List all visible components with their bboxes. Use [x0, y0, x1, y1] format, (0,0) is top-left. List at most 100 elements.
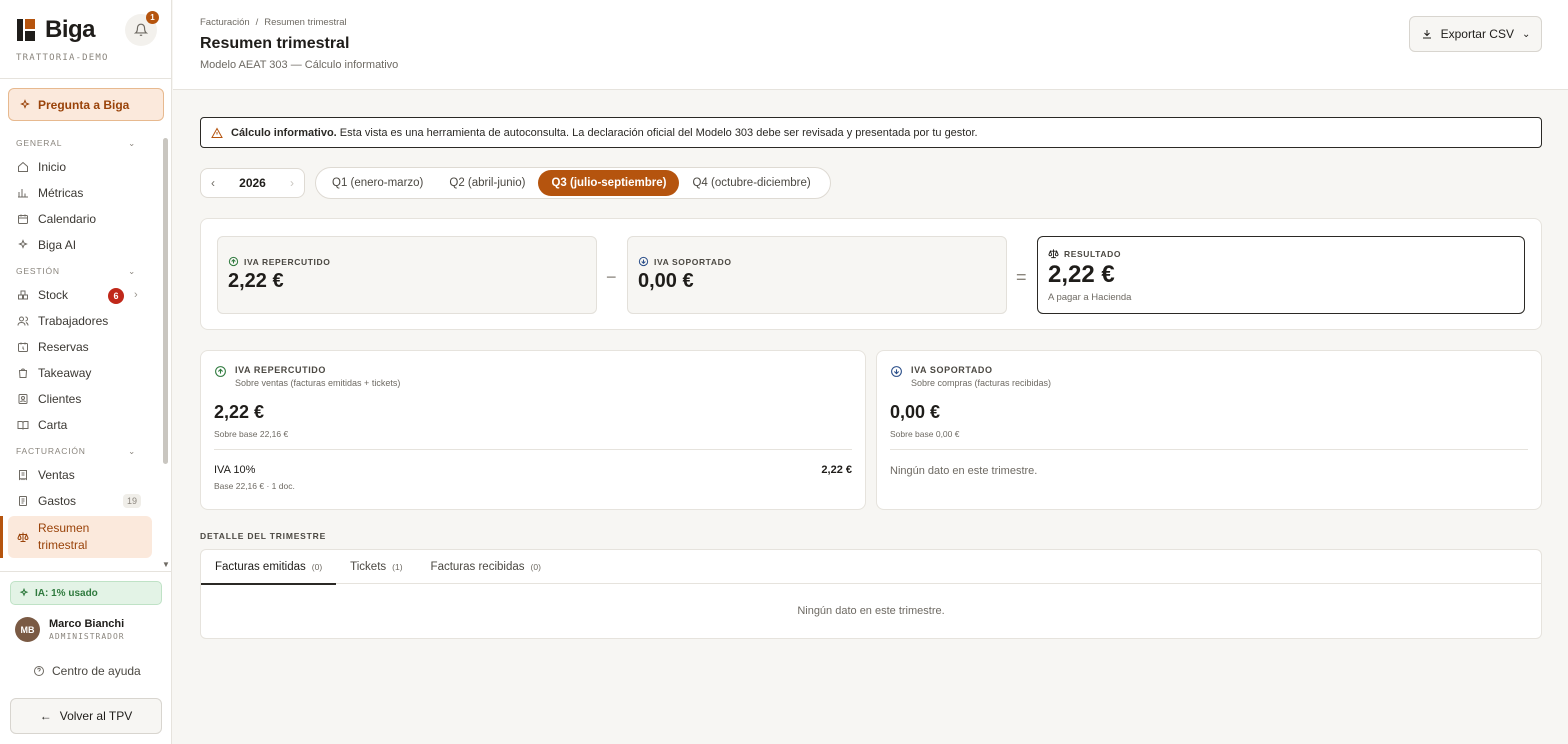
card-iva-soportado: IVA SOPORTADO Sobre compras (facturas re…: [876, 350, 1542, 510]
export-label: Exportar CSV: [1440, 27, 1514, 41]
help-center-link[interactable]: Centro de ayuda: [33, 664, 141, 678]
section-general[interactable]: GENERAL ⌄: [0, 132, 160, 154]
sidebar-item-takeaway[interactable]: Takeaway: [0, 360, 160, 386]
tab-facturas-emitidas[interactable]: Facturas emitidas (0): [201, 550, 337, 585]
scroll-down-arrow-icon[interactable]: ▼: [162, 560, 170, 569]
quarter-selector: Q1 (enero-marzo) Q2 (abril-junio) Q3 (ju…: [315, 167, 831, 199]
breadcrumb-separator: /: [255, 17, 259, 28]
tab-facturas-recibidas[interactable]: Facturas recibidas (0): [417, 550, 555, 584]
logo-mark-icon: [17, 19, 37, 41]
kpi-iva-soportado: IVA SOPORTADO 0,00 €: [627, 236, 1007, 314]
scrollbar-thumb[interactable]: [163, 138, 168, 464]
info-notice: Cálculo informativo. Esta vista es una h…: [200, 117, 1542, 148]
book-icon: [17, 419, 29, 431]
kpi-label: RESULTADO: [1048, 248, 1121, 259]
year-selector: ‹ 2026 ›: [200, 168, 305, 198]
sidebar-item-gastos[interactable]: Gastos 19: [0, 488, 160, 514]
notification-badge: 1: [146, 11, 159, 24]
document-icon: [17, 495, 29, 507]
next-year-button[interactable]: ›: [290, 176, 294, 190]
user-profile[interactable]: MB Marco Bianchi ADMINISTRADOR: [15, 617, 125, 642]
warning-icon: [211, 126, 223, 138]
sidebar-item-ventas[interactable]: Ventas: [0, 462, 160, 488]
tab-label: Facturas emitidas: [215, 561, 306, 573]
sidebar-item-carta[interactable]: Carta: [0, 412, 160, 438]
sidebar-item-trabajadores[interactable]: Trabajadores: [0, 308, 160, 334]
back-label: Volver al TPV: [59, 709, 133, 723]
card-subtitle: Sobre ventas (facturas emitidas + ticket…: [235, 378, 401, 388]
detail-section-title: DETALLE DEL TRIMESTRE: [200, 531, 327, 541]
sidebar-item-inicio[interactable]: Inicio: [0, 154, 160, 180]
sidebar-nav: GENERAL ⌄ Inicio Métricas Calendario Big…: [0, 130, 160, 570]
section-label: FACTURACIÓN: [16, 446, 86, 456]
tab-tickets[interactable]: Tickets (1): [336, 550, 416, 584]
kpi-value: 0,00 €: [638, 270, 694, 292]
section-label: GESTIÓN: [16, 266, 60, 276]
sidebar-item-label: Reservas: [38, 340, 89, 354]
page-subtitle: Modelo AEAT 303 — Cálculo informativo: [200, 59, 399, 71]
sidebar-item-metricas[interactable]: Métricas: [0, 180, 160, 206]
receipt-icon: [17, 469, 29, 481]
ask-biga-label: Pregunta a Biga: [38, 97, 130, 112]
sidebar-item-clientes[interactable]: Clientes: [0, 386, 160, 412]
card-iva-repercutido: IVA REPERCUTIDO Sobre ventas (facturas e…: [200, 350, 866, 510]
card-value: 2,22 €: [214, 402, 265, 422]
sidebar-scrollbar[interactable]: ▼: [161, 132, 170, 570]
prev-year-button[interactable]: ‹: [211, 176, 215, 190]
help-circle-icon: [34, 666, 44, 676]
notice-text: Cálculo informativo. Esta vista es una h…: [231, 127, 978, 139]
sidebar-item-calendario[interactable]: Calendario: [0, 206, 160, 232]
page-title: Resumen trimestral: [200, 35, 350, 52]
tab-count: (1): [392, 562, 403, 572]
boxes-icon: [17, 289, 29, 301]
minus-operator: −: [606, 267, 617, 287]
org-name: TRATTORIA-DEMO: [16, 53, 109, 63]
sidebar-item-reservas[interactable]: Reservas: [0, 334, 160, 360]
quarter-q2[interactable]: Q2 (abril-junio): [436, 170, 538, 196]
section-facturacion[interactable]: FACTURACIÓN ⌄: [0, 440, 160, 462]
kpi-iva-repercutido: IVA REPERCUTIDO 2,22 €: [217, 236, 597, 314]
sparkle-icon: [17, 239, 29, 251]
quarter-q1[interactable]: Q1 (enero-marzo): [319, 170, 436, 196]
card-subtitle: Sobre compras (facturas recibidas): [911, 378, 1052, 388]
quarter-q3[interactable]: Q3 (julio-septiembre): [538, 170, 680, 196]
sidebar-item-stock[interactable]: Stock 6 ›: [0, 282, 160, 308]
section-gestion[interactable]: GESTIÓN ⌄: [0, 260, 160, 282]
kpi-value: 2,22 €: [228, 270, 284, 292]
empty-state: Ningún dato en este trimestre.: [797, 605, 945, 617]
download-icon: [1422, 30, 1431, 39]
users-icon: [17, 315, 29, 327]
sidebar-item-label: Calendario: [38, 212, 97, 226]
export-csv-button[interactable]: Exportar CSV ⌄: [1409, 16, 1542, 52]
user-name: Marco Bianchi: [49, 618, 125, 630]
card-base: Sobre base 22,16 €: [214, 429, 289, 439]
arrow-down-circle-icon: [638, 256, 649, 267]
card-title: IVA REPERCUTIDO: [235, 365, 327, 375]
back-to-pos-button[interactable]: ← Volver al TPV: [10, 698, 162, 734]
tab-label: Tickets: [350, 561, 387, 573]
quarter-q4[interactable]: Q4 (octubre-diciembre): [679, 170, 823, 196]
sidebar-item-biga-ai[interactable]: Biga AI: [0, 232, 160, 258]
chevron-down-icon: ⌄: [128, 265, 136, 276]
breadcrumb-item: Resumen trimestral: [264, 17, 347, 28]
kpi-label: IVA SOPORTADO: [638, 256, 732, 267]
year-value: 2026: [239, 176, 266, 190]
ask-biga-button[interactable]: Pregunta a Biga: [8, 88, 164, 121]
breadcrumb: Facturación / Resumen trimestral: [200, 17, 347, 28]
page-header: Facturación / Resumen trimestral Resumen…: [173, 0, 1568, 90]
sidebar: Biga TRATTORIA-DEMO 1 Pregunta a Biga GE…: [0, 0, 172, 744]
card-value: 0,00 €: [890, 402, 941, 422]
notice-body: Esta vista es una herramienta de autocon…: [336, 126, 978, 139]
sidebar-item-label: Inicio: [38, 160, 67, 174]
card-title: IVA SOPORTADO: [911, 365, 993, 375]
kpi-note: A pagar a Hacienda: [1048, 292, 1132, 303]
notice-bold: Cálculo informativo.: [231, 126, 337, 139]
stock-alert-badge: 6: [108, 288, 124, 304]
vat-rate-label: IVA 10%: [214, 464, 256, 476]
brand-logo[interactable]: Biga: [17, 16, 96, 44]
sparkle-icon: [19, 588, 29, 597]
sidebar-item-label: Ventas: [38, 468, 75, 482]
arrow-up-circle-icon: [215, 366, 226, 377]
sidebar-item-resumen-trimestral[interactable]: Resumen trimestral: [0, 516, 152, 558]
breadcrumb-item[interactable]: Facturación: [200, 17, 250, 28]
